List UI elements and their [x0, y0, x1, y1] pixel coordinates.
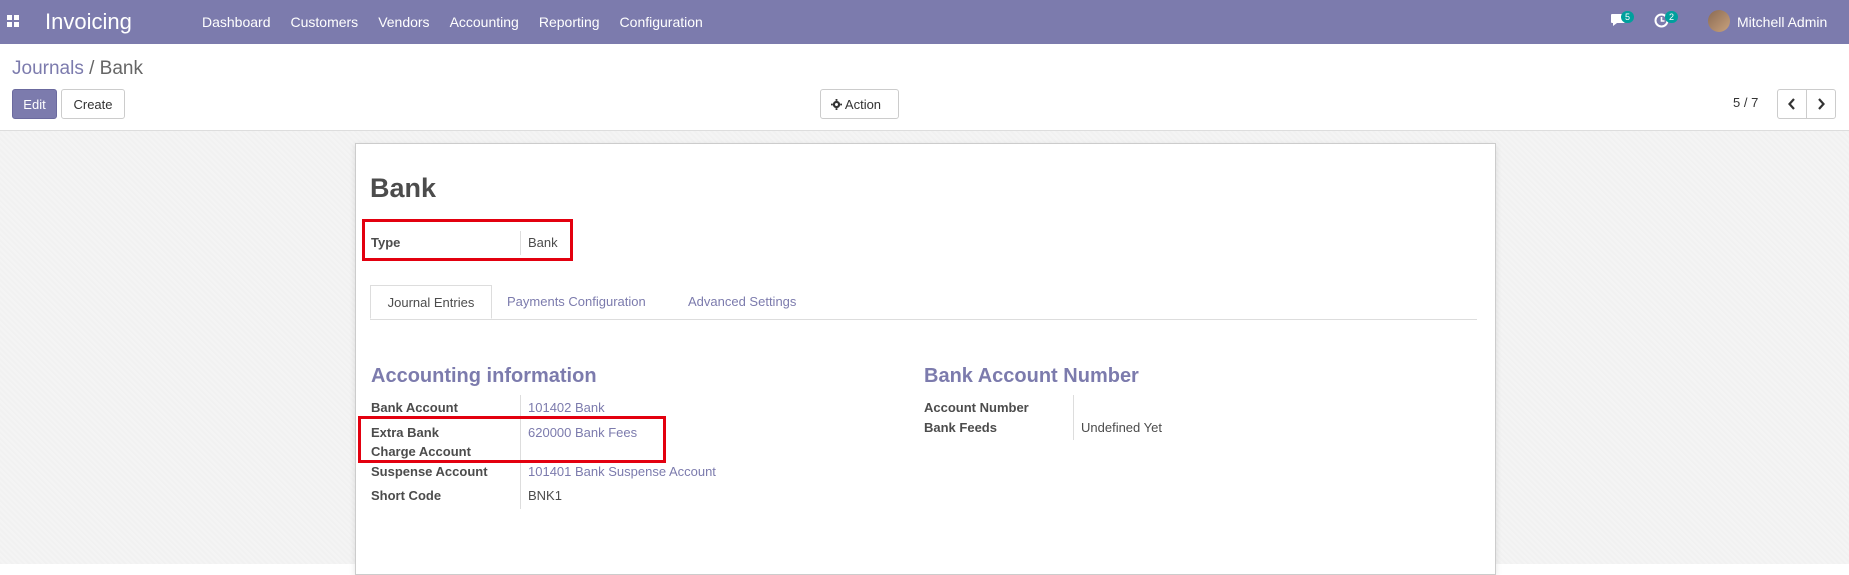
edit-button[interactable]: Edit — [12, 89, 57, 119]
bank-account-link[interactable]: 101402 Bank — [528, 400, 605, 415]
account-number-label: Account Number — [924, 400, 1029, 415]
action-button[interactable]: Action — [820, 89, 899, 119]
create-button[interactable]: Create — [61, 89, 125, 119]
extra-charge-label-line2: Charge Account — [371, 444, 471, 459]
suspense-account-link[interactable]: 101401 Bank Suspense Account — [528, 464, 716, 479]
breadcrumb-separator: / — [89, 58, 95, 79]
chevron-left-icon — [1788, 98, 1795, 110]
activities-button[interactable]: 2 — [1654, 11, 1679, 31]
chevron-right-icon — [1818, 98, 1825, 110]
menu-accounting[interactable]: Accounting — [450, 14, 519, 30]
bank-feeds-value[interactable]: Undefined Yet — [1081, 420, 1162, 435]
tab-advanced-settings[interactable]: Advanced Settings — [688, 285, 796, 319]
messages-button[interactable]: 5 — [1610, 11, 1635, 30]
pager-previous-button[interactable] — [1777, 89, 1807, 119]
breadcrumb-journals[interactable]: Journals — [12, 58, 84, 79]
extra-charge-account-link[interactable]: 620000 Bank Fees — [528, 425, 637, 440]
form-tabs: Journal Entries Payments Configuration A… — [370, 285, 1477, 320]
app-menu-icon[interactable] — [7, 15, 19, 27]
accounting-information-heading: Accounting information — [371, 365, 597, 387]
type-value[interactable]: Bank — [528, 235, 558, 250]
bank-feeds-label: Bank Feeds — [924, 420, 997, 435]
bank-account-label: Bank Account — [371, 400, 458, 415]
field-divider — [1073, 395, 1074, 440]
gear-icon — [831, 99, 842, 110]
type-label: Type — [371, 235, 401, 250]
menu-reporting[interactable]: Reporting — [539, 14, 600, 30]
messages-badge: 5 — [1621, 11, 1635, 23]
avatar[interactable] — [1708, 10, 1730, 32]
journal-title: Bank — [370, 173, 437, 203]
short-code-value[interactable]: BNK1 — [528, 488, 562, 503]
tab-payments-configuration[interactable]: Payments Configuration — [507, 285, 646, 319]
suspense-account-label: Suspense Account — [371, 464, 488, 479]
extra-charge-label-line1: Extra Bank — [371, 425, 439, 440]
menu-vendors[interactable]: Vendors — [378, 14, 429, 30]
short-code-label: Short Code — [371, 488, 442, 503]
main-menu: Dashboard Customers Vendors Accounting R… — [202, 14, 723, 30]
form-sheet — [355, 143, 1496, 575]
pager-next-button[interactable] — [1806, 89, 1836, 119]
pager-counter[interactable]: 5 / 7 — [1733, 95, 1758, 110]
field-divider — [520, 231, 521, 255]
action-label: Action — [844, 97, 882, 112]
app-title[interactable]: Invoicing — [45, 9, 132, 35]
menu-dashboard[interactable]: Dashboard — [202, 14, 271, 30]
bank-account-number-heading: Bank Account Number — [924, 365, 1139, 387]
breadcrumb-current: Bank — [99, 58, 143, 79]
top-navbar: Invoicing Dashboard Customers Vendors Ac… — [0, 0, 1849, 44]
tab-journal-entries[interactable]: Journal Entries — [370, 285, 492, 319]
breadcrumb: Journals / Bank — [12, 58, 143, 80]
user-name[interactable]: Mitchell Admin — [1737, 14, 1827, 30]
activities-badge: 2 — [1665, 11, 1679, 23]
menu-configuration[interactable]: Configuration — [620, 14, 703, 30]
menu-customers[interactable]: Customers — [291, 14, 359, 30]
